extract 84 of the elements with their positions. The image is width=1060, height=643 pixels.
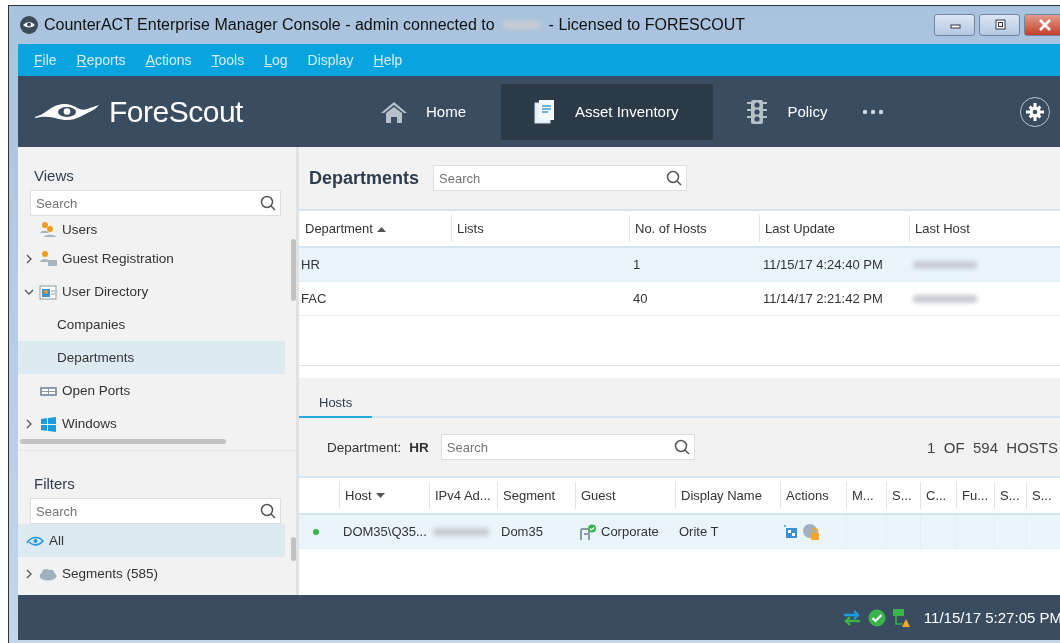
item-label: All (49, 533, 64, 548)
document-icon (533, 98, 557, 125)
search-icon (666, 170, 683, 186)
item-label: User Directory (62, 284, 149, 299)
item-label: Users (62, 221, 98, 237)
tree-item[interactable]: User Directory (18, 275, 285, 308)
item-label: Segments (585) (62, 566, 159, 581)
scrollbar-thumb[interactable] (20, 439, 226, 444)
nav-tab[interactable]: Policy (713, 83, 863, 140)
blurred-address (913, 260, 977, 269)
nav-tab[interactable]: Asset Inventory (501, 83, 714, 140)
table-cell: Orite T (675, 515, 780, 549)
window-title: - Licensed to FORESCOUT (548, 16, 746, 34)
item-label: Open Ports (62, 383, 131, 398)
blurred-address (502, 21, 541, 29)
settings-icon (1026, 102, 1044, 121)
close-icon (1037, 19, 1052, 31)
table-cell: FAC (299, 282, 451, 316)
sync-arrows-icon (841, 609, 862, 626)
qr-code-icon[interactable] (784, 524, 798, 539)
eye-logo-icon (20, 16, 38, 34)
search-field[interactable]: Search (30, 498, 281, 524)
item-label: Guest Registration (62, 251, 174, 266)
table-cell (994, 515, 1026, 549)
search-field[interactable]: Search (30, 190, 281, 216)
check-circle-icon (867, 608, 886, 627)
search-field[interactable]: Search (433, 165, 688, 191)
scrollbar-thumb[interactable] (291, 239, 296, 301)
section-title: Departments (309, 167, 420, 189)
chevron-right-icon[interactable] (24, 568, 34, 579)
tree-item[interactable]: Open Ports (18, 374, 285, 407)
traffic-light-icon (745, 98, 770, 125)
scrollbar-thumb[interactable] (291, 537, 296, 561)
search-icon (260, 503, 276, 519)
maximize-icon (992, 19, 1007, 31)
search-icon (260, 195, 276, 211)
host-count: 1 OF 594 HOSTS (927, 438, 1058, 456)
chevron-right-icon[interactable] (24, 253, 34, 264)
tree-item[interactable]: Users (18, 216, 285, 242)
table-cell: Dom35 (497, 515, 575, 549)
search-icon (673, 439, 690, 455)
table-cell: 11/15/17 4:24:40 PM (759, 248, 909, 282)
chevron-right-icon[interactable] (24, 418, 34, 429)
table-cell: 40 (629, 282, 759, 316)
cell-text: Corporate (601, 524, 659, 539)
home-icon (380, 99, 408, 124)
section-title: Filters (33, 474, 76, 494)
table-cell (1026, 515, 1060, 549)
warning-icon (891, 607, 910, 628)
tree-item[interactable]: Guest Registration (18, 242, 285, 275)
section-title: Views (33, 166, 75, 186)
more-icon[interactable] (862, 108, 885, 115)
windows-icon (39, 415, 57, 432)
minimize-button[interactable] (934, 14, 975, 36)
directory-icon (39, 283, 57, 300)
tree-item[interactable]: Segments (585) (18, 557, 285, 590)
tree-item[interactable]: Departments (18, 341, 285, 374)
blurred-address (433, 527, 489, 536)
table-cell (920, 515, 956, 549)
item-label: Windows (62, 416, 117, 431)
table-cell (886, 515, 920, 549)
guest-check-icon (579, 523, 597, 540)
guest-icon (39, 250, 57, 267)
logo-text: ForeScout (109, 94, 243, 129)
table-cell: 1 (629, 248, 759, 282)
table-cell: HR (299, 248, 451, 282)
filter-label: Department: (327, 439, 402, 455)
users-icon (39, 220, 57, 238)
status-time: 11/15/17 5:27:05 PM (923, 609, 1060, 626)
window-title: CounterACT Enterprise Manager Console - admin connected to (44, 16, 495, 34)
tree-item[interactable]: All (18, 524, 285, 557)
table-cell (956, 515, 994, 549)
tree-item[interactable]: Companies (18, 308, 285, 341)
table-cell: DOM35\Q35... (339, 515, 429, 549)
search-field[interactable]: Search (440, 434, 695, 460)
maximize-button[interactable] (979, 14, 1020, 36)
blurred-address (913, 294, 977, 303)
item-label: Companies (57, 317, 126, 332)
filter-value: HR (409, 439, 429, 455)
item-label: Departments (57, 350, 135, 365)
tree-item[interactable]: Windows (18, 407, 285, 440)
close-button[interactable] (1024, 14, 1060, 36)
nav-tab[interactable]: Home (348, 83, 501, 140)
table-cell: 11/14/17 2:21:42 PM (759, 282, 909, 316)
